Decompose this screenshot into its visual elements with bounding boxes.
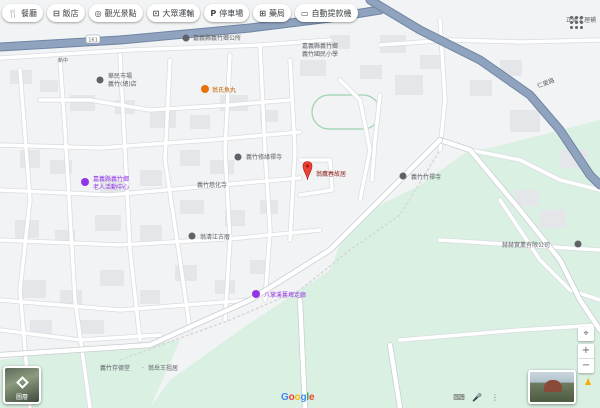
fork-knife-icon: 🍴 [8,8,18,18]
route-shield: 161 [85,34,101,44]
chip-attractions[interactable]: ◎ 觀光景點 [88,4,143,22]
svg-text:義竹存德堂: 義竹存德堂 [100,364,130,372]
apps-grid-icon [569,16,583,29]
svg-text:翁岳王祖居: 翁岳王祖居 [148,364,178,372]
chip-label: 飯店 [62,8,79,18]
layers-icon [16,376,29,389]
keyboard-icon[interactable]: ⌨ [452,392,466,404]
poi-restaurant[interactable]: 翁氏魚丸 [201,85,236,94]
svg-text:·: · [142,365,144,372]
chip-transit[interactable]: ⊡ 大眾運輸 [146,4,201,22]
svg-text:嘉義縣義竹鄉公所: 嘉義縣義竹鄉公所 [193,34,241,42]
chip-label: 觀光景點 [104,8,137,18]
chip-label: 自動提款機 [311,8,352,18]
logo-letter: G [281,392,289,403]
zoom-in-button[interactable]: + [578,344,594,358]
layers-label: 圖層 [15,394,28,401]
zoom-out-button[interactable]: − [578,359,594,373]
chip-parking[interactable]: P 停車場 [204,4,250,22]
poi-temple3[interactable]: 義竹慈化寺 [197,181,227,189]
svg-text:老人活動中心: 老人活動中心 [93,183,129,191]
bed-icon: ⊟ [52,8,60,18]
pharmacy-icon: ⊞ [259,8,266,18]
svg-text:華民市場: 華民市場 [108,72,132,80]
atm-icon: ▭ [300,8,309,18]
svg-text:翁鷹春故居: 翁鷹春故居 [316,170,346,178]
chip-pharmacy[interactable]: ⊞ 藥局 [253,4,291,22]
crosshair-icon: ⌖ [583,329,589,339]
bus-icon: ⊡ [152,8,160,18]
camera-icon: ◎ [94,8,102,18]
layers-button[interactable]: 圖層 [3,366,41,404]
svg-text:嘉義縣義竹鄉: 嘉義縣義竹鄉 [93,175,129,183]
map-canvas[interactable]: 161 新中 仁愛路 嘉義縣義竹鄉公所 嘉義縣義竹鄉 義竹國民小學 華民市場 義… [0,0,600,408]
chip-label: 餐廳 [20,8,37,18]
svg-text:翁清江古厝: 翁清江古厝 [200,233,230,241]
zoom-control: + − [578,344,594,373]
svg-text:赫赫實業有限公司: 赫赫實業有限公司 [502,241,550,249]
pegman-icon[interactable]: ♟ [584,378,592,388]
chip-label: 大眾運輸 [162,8,195,18]
svg-text:義竹(總)店: 義竹(總)店 [108,80,137,88]
building-thumb [544,380,562,392]
svg-text:義竹修緣禪寺: 義竹修緣禪寺 [246,153,282,161]
share-icon[interactable]: ⋮ [488,392,502,404]
street-view-thumbnail[interactable] [528,370,576,404]
chip-atm[interactable]: ▭ 自動提款機 [294,4,358,22]
google-logo: Google [281,392,315,403]
my-location-button[interactable]: ⌖ [578,327,594,341]
svg-text:翁氏魚丸: 翁氏魚丸 [212,86,236,94]
chip-restaurants[interactable]: 🍴 餐廳 [2,4,43,22]
svg-text:八掌溪舊埤走廊: 八掌溪舊埤走廊 [264,291,306,299]
parking-icon: P [210,8,217,18]
svg-text:義竹竹禪寺: 義竹竹禪寺 [411,173,441,181]
chip-label: 藥局 [268,8,285,18]
chip-label: 停車場 [219,8,244,18]
svg-text:嘉義縣義竹鄉: 嘉義縣義竹鄉 [302,42,338,50]
route-161-label: 161 [88,38,98,44]
poi-home[interactable]: 翁鷹春故居 [316,170,346,178]
mic-icon[interactable]: 🎤 [470,392,484,404]
road-label-west: 新中 [58,57,68,64]
svg-text:義竹慈化寺: 義竹慈化寺 [197,181,227,189]
apps-menu[interactable] [556,4,596,29]
logo-letter: e [308,392,315,403]
svg-text:義竹國民小學: 義竹國民小學 [302,50,338,58]
chip-hotels[interactable]: ⊟ 飯店 [46,4,85,22]
category-chips: 🍴 餐廳 ⊟ 飯店 ◎ 觀光景點 ⊡ 大眾運輸 P 停車場 ⊞ 藥局 ▭ 自動提… [2,4,358,22]
bottom-tools: ⌨ 🎤 ⋮ [452,392,502,404]
